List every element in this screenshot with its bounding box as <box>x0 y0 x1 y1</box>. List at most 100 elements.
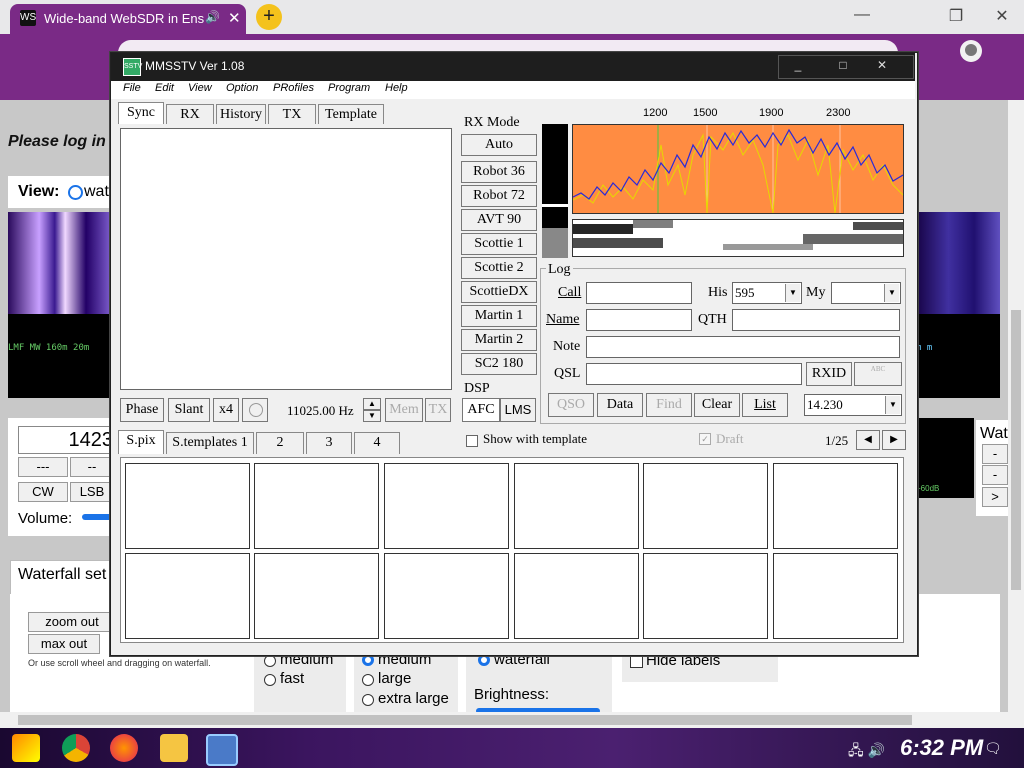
his-rst-select[interactable]: 595 ▼ <box>732 282 802 304</box>
menu-help[interactable]: Help <box>385 82 408 94</box>
rx-mode-sc2180-button[interactable]: SC2 180 <box>461 353 537 375</box>
call-input[interactable] <box>586 282 692 304</box>
system-tray-icons[interactable]: 🖧 🔊 <box>848 740 885 764</box>
picture-slot[interactable] <box>384 553 509 639</box>
rx-mode-robot36-button[interactable]: Robot 36 <box>461 161 537 183</box>
qth-input[interactable] <box>732 309 900 331</box>
picture-slot[interactable] <box>254 463 379 549</box>
picture-slot[interactable] <box>643 463 768 549</box>
picture-slot[interactable] <box>514 553 639 639</box>
band-scale-right[interactable] <box>914 314 1000 398</box>
band-frequency-select[interactable]: 14.230 ▼ <box>804 394 902 416</box>
tab-stemplates-2[interactable]: 2 <box>256 432 304 454</box>
picture-slot[interactable] <box>773 553 898 639</box>
my-dropdown-arrow-icon[interactable]: ▼ <box>884 284 899 302</box>
minimize-button[interactable]: _ <box>788 58 808 72</box>
zoom-out-button[interactable]: zoom out <box>28 612 116 632</box>
rx-mode-scottie1-button[interactable]: Scottie 1 <box>461 233 537 255</box>
rx-mode-scottiedx-button[interactable]: ScottieDX <box>461 281 537 303</box>
qsl-input[interactable] <box>586 363 802 385</box>
slant-button[interactable]: Slant <box>168 398 210 422</box>
band-scale-left[interactable] <box>8 314 112 398</box>
tab-history[interactable]: History <box>216 104 266 124</box>
tx-button[interactable]: TX <box>425 398 451 422</box>
sample-rate-down-button[interactable]: ▼ <box>363 410 381 422</box>
picture-slot[interactable] <box>514 463 639 549</box>
volume-slider[interactable] <box>82 514 112 520</box>
rx-image-canvas[interactable] <box>120 128 452 390</box>
afc-button[interactable]: AFC <box>462 398 500 422</box>
rx-mode-auto-button[interactable]: Auto <box>461 134 537 156</box>
next-page-button[interactable]: ▶ <box>882 430 906 450</box>
lms-button[interactable]: LMS <box>500 398 536 422</box>
close-button[interactable]: ✕ <box>872 58 892 72</box>
draft-checkbox[interactable]: ✓ <box>699 433 711 445</box>
tab-rx[interactable]: RX <box>166 104 214 124</box>
hide-labels-checkbox[interactable] <box>630 655 643 668</box>
rx-mode-avt90-button[interactable]: AVT 90 <box>461 209 537 231</box>
tab-stemplates-1[interactable]: S.templates 1 <box>166 432 254 454</box>
tab-sync[interactable]: Sync <box>118 102 164 124</box>
taskbar-clock[interactable]: 6:32 PM <box>900 735 983 761</box>
wf-control-button-2[interactable]: - <box>982 465 1008 485</box>
max-out-button[interactable]: max out <box>28 634 100 654</box>
note-input[interactable] <box>586 336 900 358</box>
maximize-button[interactable]: □ <box>833 58 853 72</box>
qso-button[interactable]: QSO <box>548 393 594 417</box>
picture-slot[interactable] <box>254 553 379 639</box>
size-extra-large-radio[interactable] <box>362 694 374 706</box>
frequency-input[interactable]: 1423 <box>18 426 114 454</box>
name-input[interactable] <box>586 309 692 331</box>
abc-button[interactable]: ABC <box>854 362 902 386</box>
tab-template[interactable]: Template <box>318 104 384 124</box>
mode-cw-button[interactable]: CW <box>18 482 68 502</box>
rx-mode-robot72-button[interactable]: Robot 72 <box>461 185 537 207</box>
view-waterfall-radio[interactable] <box>68 185 83 200</box>
rx-mode-martin1-button[interactable]: Martin 1 <box>461 305 537 327</box>
size-large-radio[interactable] <box>362 674 374 686</box>
menu-view[interactable]: View <box>188 82 212 94</box>
picture-slot[interactable] <box>773 463 898 549</box>
sample-rate-up-button[interactable]: ▲ <box>363 398 381 410</box>
mem-button[interactable]: Mem <box>385 398 423 422</box>
tab-stemplates-3[interactable]: 3 <box>306 432 352 454</box>
chrome-taskbar-icon[interactable] <box>62 734 90 762</box>
speed-fast-radio[interactable] <box>264 674 276 686</box>
tab-close-icon[interactable]: ✕ <box>228 9 241 27</box>
my-rst-select[interactable]: ▼ <box>831 282 901 304</box>
login-prompt[interactable]: Please log in <box>8 133 106 151</box>
waterfall-display-right[interactable] <box>914 212 1000 314</box>
page-vertical-scroll-thumb[interactable] <box>1011 310 1021 590</box>
page-horizontal-scroll-thumb[interactable] <box>18 715 912 725</box>
rx-mode-scottie2-button[interactable]: Scottie 2 <box>461 257 537 279</box>
menu-file[interactable]: File <box>123 82 141 94</box>
wf-control-button-3[interactable]: > <box>982 487 1008 507</box>
find-button[interactable]: Find <box>646 393 692 417</box>
step-down-large-button[interactable]: --- <box>18 457 68 477</box>
notification-icon[interactable]: 🗨 <box>984 740 1002 757</box>
wf-control-button-1[interactable]: - <box>982 444 1008 464</box>
camera-icon[interactable] <box>242 398 268 422</box>
tab-stemplates-4[interactable]: 4 <box>354 432 400 454</box>
picture-slot[interactable] <box>643 553 768 639</box>
clear-button[interactable]: Clear <box>694 393 740 417</box>
prev-page-button[interactable]: ◀ <box>856 430 880 450</box>
speaker-icon[interactable]: 🔊 <box>205 10 220 24</box>
file-explorer-taskbar-icon[interactable] <box>160 734 188 762</box>
tab-tx[interactable]: TX <box>268 104 316 124</box>
x4-button[interactable]: x4 <box>213 398 239 422</box>
menu-option[interactable]: Option <box>226 82 258 94</box>
menu-profiles[interactable]: PRofiles <box>273 82 314 94</box>
picture-slot[interactable] <box>384 463 509 549</box>
mode-lsb-button[interactable]: LSB <box>70 482 114 502</box>
his-dropdown-arrow-icon[interactable]: ▼ <box>785 284 800 302</box>
rxid-button[interactable]: RXID <box>806 362 852 386</box>
picture-slot[interactable] <box>125 553 250 639</box>
spectrum-display[interactable] <box>572 124 904 214</box>
firefox-taskbar-icon[interactable] <box>110 734 138 762</box>
speed-medium-radio[interactable] <box>264 655 276 667</box>
browser-restore-button[interactable]: ❐ <box>946 6 966 26</box>
show-with-template-checkbox[interactable] <box>466 435 478 447</box>
browser-minimize-button[interactable]: — <box>852 6 872 24</box>
step-down-button[interactable]: -- <box>70 457 114 477</box>
